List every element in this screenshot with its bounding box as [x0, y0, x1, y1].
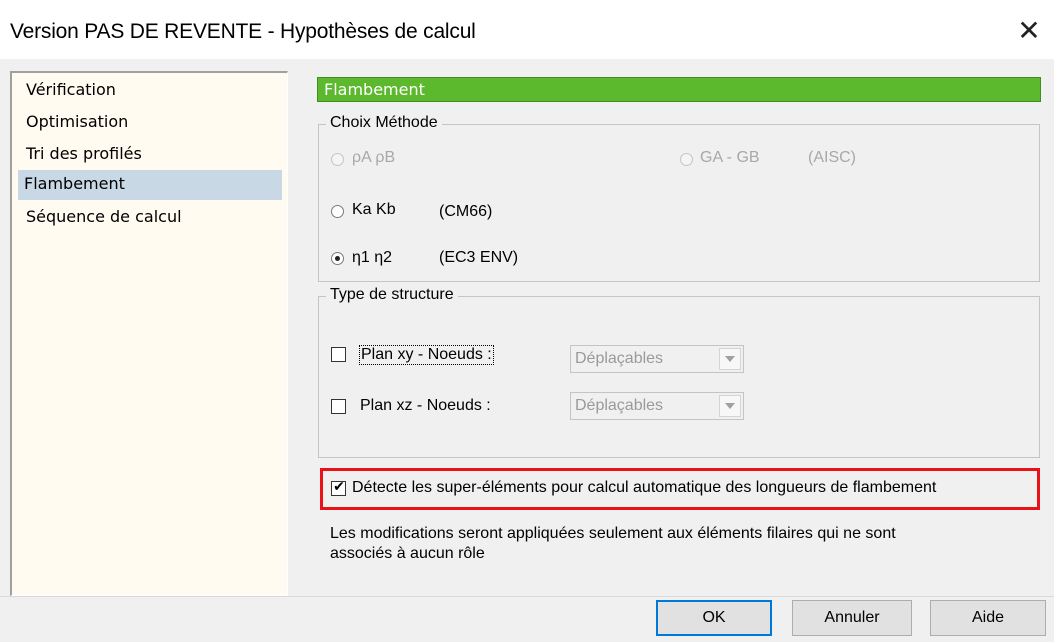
choix-methode-group [318, 124, 1040, 282]
type-structure-group [318, 296, 1040, 458]
radio-eta[interactable] [331, 252, 344, 265]
help-button[interactable]: Aide [930, 600, 1046, 636]
chevron-down-icon [719, 395, 741, 417]
radio-ga-gb-note: (AISC) [808, 149, 856, 166]
plan-xy-select[interactable]: Déplaçables [570, 345, 744, 373]
note-line-1: Les modifications seront appliquées seul… [330, 525, 896, 542]
plan-xz-select-value: Déplaçables [575, 397, 664, 414]
plan-xz-select[interactable]: Déplaçables [570, 392, 744, 420]
radio-ga-gb-label: GA - GB [700, 149, 760, 166]
cancel-button[interactable]: Annuler [792, 600, 912, 636]
radio-ga-gb[interactable] [680, 153, 693, 166]
radio-ka-kb-note: (CM66) [439, 203, 493, 220]
note-line-2: associés à aucun rôle [330, 545, 485, 562]
detect-super-elements-label: Détecte les super-éléments pour calcul a… [352, 479, 937, 496]
detect-super-elements-checkbox[interactable]: ✔ [331, 479, 346, 496]
button-bar-divider [0, 596, 1054, 597]
radio-ka-kb-label: Ka Kb [352, 201, 396, 218]
plan-xz-label: Plan xz - Noeuds : [360, 397, 491, 414]
radio-ka-kb[interactable] [331, 205, 344, 218]
nav-item-optimisation[interactable]: Optimisation [20, 108, 274, 138]
ok-button[interactable]: OK [656, 600, 772, 636]
nav-item-sequence-de-calcul[interactable]: Séquence de calcul [20, 203, 274, 233]
close-icon[interactable]: ✕ [1012, 14, 1046, 48]
radio-rho-label: ρA ρB [352, 149, 396, 166]
window-titlebar: Version PAS DE REVENTE - Hypothèses de c… [0, 0, 1054, 59]
plan-xy-select-value: Déplaçables [575, 350, 664, 367]
section-title: Flambement [324, 80, 425, 99]
radio-eta-note: (EC3 ENV) [439, 249, 519, 266]
radio-selected-dot [335, 256, 340, 261]
window-title: Version PAS DE REVENTE - Hypothèses de c… [10, 20, 476, 43]
section-header: Flambement [317, 77, 1041, 102]
checkmark-icon: ✔ [333, 479, 345, 495]
radio-eta-label: η1 η2 [352, 249, 393, 266]
nav-item-verification[interactable]: Vérification [20, 76, 274, 106]
category-list: Vérification Optimisation Tri des profil… [10, 71, 288, 596]
nav-item-tri-des-profiles[interactable]: Tri des profilés [20, 140, 274, 170]
radio-rho[interactable] [331, 153, 344, 166]
plan-xy-checkbox[interactable] [331, 347, 346, 362]
nav-item-flambement[interactable]: Flambement [18, 170, 282, 200]
type-structure-label: Type de structure [326, 286, 458, 304]
choix-methode-label: Choix Méthode [326, 114, 442, 132]
plan-xz-checkbox[interactable] [331, 399, 346, 414]
chevron-down-icon [719, 348, 741, 370]
plan-xy-label: Plan xy - Noeuds : [359, 345, 494, 365]
